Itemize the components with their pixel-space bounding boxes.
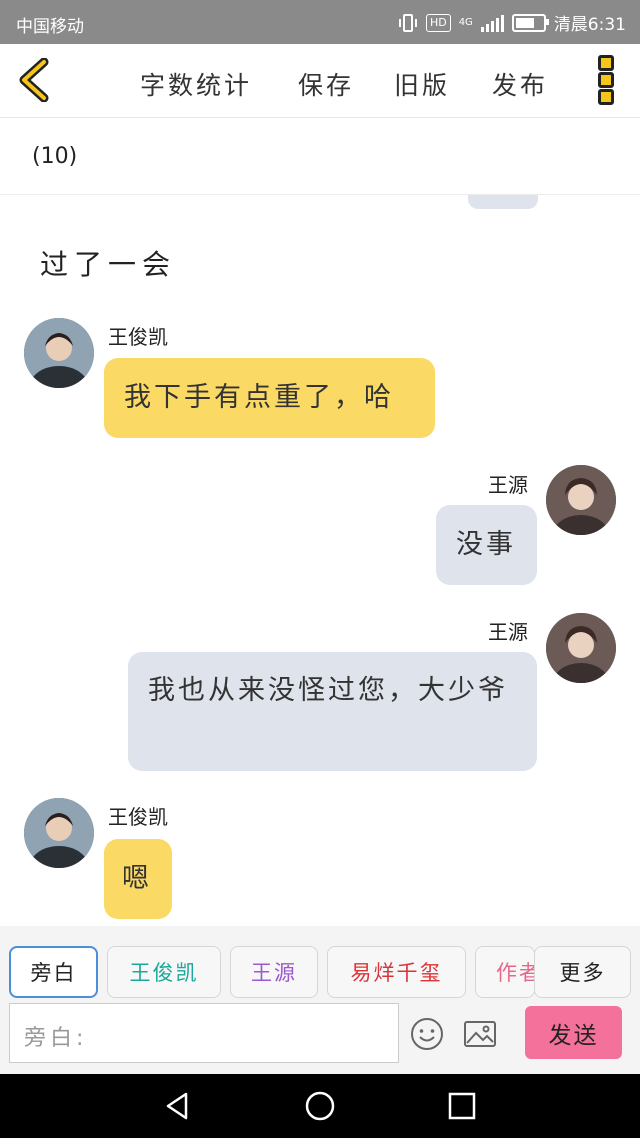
nav-back-icon[interactable] [162,1090,194,1122]
old-version-button[interactable]: 旧版 [394,66,450,102]
role-narrator-button[interactable]: 旁白 [9,946,98,998]
message-input[interactable]: 旁白: [9,1003,399,1063]
image-icon[interactable] [462,1016,498,1052]
network-label: 4G [458,17,473,28]
publish-button[interactable]: 发布 [492,66,548,102]
message-count: (10) [32,144,78,169]
word-count-button[interactable]: 字数统计 [140,66,252,102]
sender-name: 王源 [488,620,528,644]
vibrate-icon [398,13,417,32]
signal-icon [480,14,504,32]
narration-text: 过了一会 [40,248,177,281]
avatar[interactable] [546,613,616,683]
message-bubble[interactable]: 没事 [436,505,537,585]
sender-name: 王源 [488,473,528,497]
carrier-label: 中国移动 [16,17,84,37]
nav-recents-icon[interactable] [446,1090,478,1122]
role-button[interactable]: 王俊凯 [107,946,221,998]
role-button[interactable]: 王源 [230,946,318,998]
sender-name: 王俊凯 [108,325,168,349]
previous-bubble [468,195,538,209]
role-button[interactable]: 易烊千玺 [327,946,466,998]
clock: 清晨6:31 [553,15,626,35]
hd-badge: HD [425,13,451,32]
back-arrow-icon[interactable] [14,58,58,102]
avatar[interactable] [24,318,94,388]
input-placeholder: 旁白: [24,1026,88,1051]
system-nav-bar [0,1074,640,1138]
more-menu-icon[interactable] [598,55,618,105]
more-roles-button[interactable]: 更多 [534,946,631,998]
role-button[interactable]: 作者 [475,946,535,998]
send-button[interactable]: 发送 [525,1006,622,1059]
message-bubble[interactable]: 嗯 [104,839,172,919]
avatar[interactable] [546,465,616,535]
sender-name: 王俊凯 [108,805,168,829]
message-bubble[interactable]: 我也从来没怪过您，大少爷 [128,652,537,771]
nav-home-icon[interactable] [304,1090,336,1122]
message-bubble[interactable]: 我下手有点重了，哈 [104,358,435,438]
emoji-icon[interactable] [409,1016,445,1052]
avatar[interactable] [24,798,94,868]
count-bar: (10) [0,118,640,195]
status-icons: HD 4G 清晨6:31 [398,10,626,35]
status-bar: 中国移动 HD 4G 清晨6:31 [0,0,640,44]
battery-icon [511,13,549,32]
compose-panel: 旁白 王俊凯 王源 易烊千玺 作者 更多 旁白: 发送 [0,926,640,1074]
top-toolbar: 字数统计 保存 旧版 发布 [0,44,640,118]
chat-area[interactable]: 过了一会 王俊凯 我下手有点重了，哈 王源 没事 王源 我也从来没怪过您，大少爷 [0,195,640,925]
save-button[interactable]: 保存 [298,66,354,102]
